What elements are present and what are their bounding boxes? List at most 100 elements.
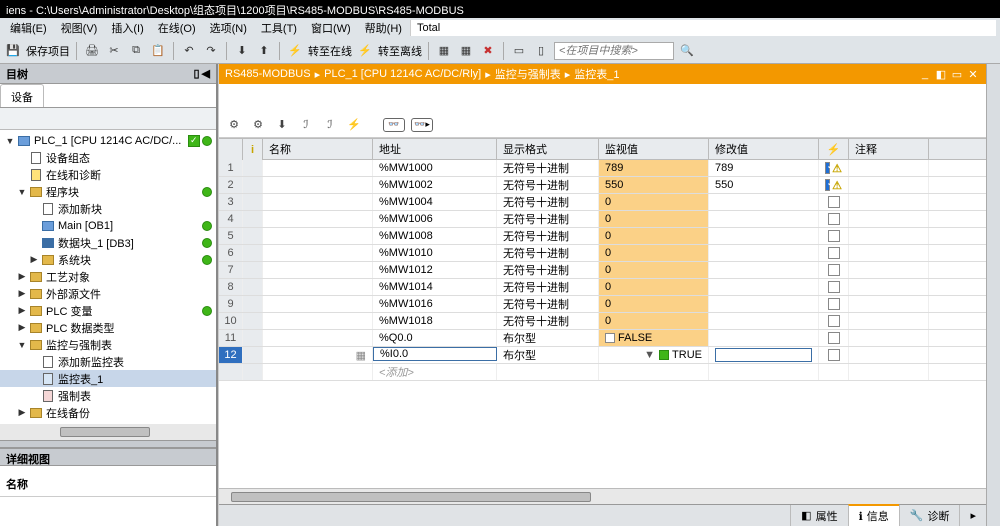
tree-item[interactable]: 添加新块	[0, 200, 216, 217]
table-row[interactable]: <添加>	[219, 364, 986, 381]
table-row[interactable]: 3%MW1004无符号十进制0	[219, 194, 986, 211]
split-v-icon[interactable]: ▯	[532, 42, 550, 60]
menu-tools[interactable]: 工具(T)	[255, 18, 303, 38]
wt-modify-icon[interactable]: ⚡	[345, 116, 363, 134]
col-address[interactable]: 地址	[373, 139, 497, 159]
right-taskbar[interactable]	[986, 64, 1000, 526]
download-icon[interactable]: ⬇	[233, 42, 251, 60]
menu-help[interactable]: 帮助(H)	[359, 18, 408, 38]
monitor-once-icon[interactable]: 👓▸	[411, 118, 433, 132]
tree-item[interactable]: ▶PLC 变量	[0, 302, 216, 319]
tree-item[interactable]: 监控表_1	[0, 370, 216, 387]
table-row[interactable]: 7%MW1012无符号十进制0	[219, 262, 986, 279]
menu-view[interactable]: 视图(V)	[55, 18, 104, 38]
tab-info[interactable]: ℹ 信息	[848, 504, 899, 526]
restore-icon[interactable]: ▭	[950, 67, 964, 81]
table-row[interactable]: 10%MW1018无符号十进制0	[219, 313, 986, 330]
start-icon[interactable]: ▦	[435, 42, 453, 60]
menu-right-label: Total	[410, 20, 996, 36]
menu-edit[interactable]: 编辑(E)	[4, 18, 53, 38]
project-search-input[interactable]	[554, 42, 674, 60]
cut-icon[interactable]: ✂	[105, 42, 123, 60]
tree-pin-icon[interactable]: ◀	[202, 67, 210, 80]
stop-icon[interactable]: ▦	[457, 42, 475, 60]
wt-tool1-icon[interactable]: ⚙	[225, 116, 243, 134]
table-row[interactable]: 12▦%I0.0布尔型▼TRUE	[219, 347, 986, 364]
split-h-icon[interactable]: ▭	[510, 42, 528, 60]
tree-item[interactable]: ▼PLC_1 [CPU 1214C AC/DC/...	[0, 132, 216, 149]
save-icon[interactable]: 💾	[4, 42, 22, 60]
tree-collapse-icon[interactable]: ▯	[193, 67, 199, 80]
redo-icon[interactable]: ↷	[202, 42, 220, 60]
paste-icon[interactable]: 📋	[149, 42, 167, 60]
tree-item[interactable]: 强制表	[0, 387, 216, 404]
grid-hscroll[interactable]	[219, 488, 986, 504]
go-offline-button[interactable]: 转至离线	[378, 43, 422, 59]
tree-item[interactable]: Main [OB1]	[0, 217, 216, 234]
tree-item[interactable]: ▶在线备份	[0, 404, 216, 421]
bc-plc[interactable]: PLC_1 [CPU 1214C AC/DC/Rly]	[324, 68, 481, 80]
tree-item[interactable]: 在线和诊断	[0, 166, 216, 183]
print-icon[interactable]: 🖨	[83, 42, 101, 60]
table-row[interactable]: 8%MW1014无符号十进制0	[219, 279, 986, 296]
tree-item[interactable]: ▼监控与强制表	[0, 336, 216, 353]
col-flag[interactable]: ⚡	[819, 139, 849, 159]
tree-item[interactable]: ▼程序块	[0, 183, 216, 200]
col-modify[interactable]: 修改值	[709, 139, 819, 159]
tree-item[interactable]: ▶系统块	[0, 251, 216, 268]
table-row[interactable]: 1%MW1000无符号十进制789789⚠	[219, 160, 986, 177]
maximize-icon[interactable]: ◧	[934, 67, 948, 81]
table-row[interactable]: 5%MW1008无符号十进制0	[219, 228, 986, 245]
tree-item[interactable]: ▶外部源文件	[0, 285, 216, 302]
col-format[interactable]: 显示格式	[497, 139, 599, 159]
table-row[interactable]: 2%MW1002无符号十进制550550⚠	[219, 177, 986, 194]
wt-tool4-icon[interactable]: ℐ	[297, 116, 315, 134]
bc-current: 监控表_1	[574, 66, 619, 82]
inspector-tabs: ◧ 属性 ℹ 信息 🔧 诊断 ▸	[219, 504, 986, 526]
tree-splitter[interactable]	[0, 440, 216, 448]
search-icon[interactable]: 🔍	[678, 42, 696, 60]
go-online-button[interactable]: 转至在线	[308, 43, 352, 59]
table-row[interactable]: 4%MW1006无符号十进制0	[219, 211, 986, 228]
wt-tool2-icon[interactable]: ⚙	[249, 116, 267, 134]
monitor-all-icon[interactable]: 👓	[383, 118, 405, 132]
table-row[interactable]: 6%MW1010无符号十进制0	[219, 245, 986, 262]
save-project-button[interactable]: 保存项目	[26, 43, 70, 59]
col-i[interactable]: i	[243, 139, 263, 161]
tree-item[interactable]: 添加新监控表	[0, 353, 216, 370]
col-comment[interactable]: 注释	[849, 139, 929, 159]
tree-item[interactable]: ▶PLC 数据类型	[0, 319, 216, 336]
table-row[interactable]: 9%MW1016无符号十进制0	[219, 296, 986, 313]
tab-expand[interactable]: ▸	[959, 505, 986, 526]
detail-col-name: 名称	[0, 466, 216, 497]
wt-tool5-icon[interactable]: ℐ	[321, 116, 339, 134]
minimize-icon[interactable]: _	[918, 67, 932, 81]
tree-hscroll[interactable]	[0, 424, 216, 440]
delete-icon[interactable]: ✖	[479, 42, 497, 60]
close-icon[interactable]: ✕	[966, 67, 980, 81]
menu-window[interactable]: 窗口(W)	[305, 18, 357, 38]
undo-icon[interactable]: ↶	[180, 42, 198, 60]
devices-tab[interactable]: 设备	[0, 84, 44, 107]
tree-item[interactable]: 设备组态	[0, 149, 216, 166]
col-name[interactable]: 名称	[263, 139, 373, 159]
wt-insert-icon[interactable]: ⬇	[273, 116, 291, 134]
copy-icon[interactable]: ⧉	[127, 42, 145, 60]
bc-folder[interactable]: 监控与强制表	[495, 66, 561, 82]
tree-item[interactable]: 数据块_1 [DB3]	[0, 234, 216, 251]
tab-diagnostics[interactable]: 🔧 诊断	[899, 505, 960, 526]
tree-toolbar	[0, 108, 216, 130]
project-tree[interactable]: ▼PLC_1 [CPU 1214C AC/DC/...设备组态在线和诊断▼程序块…	[0, 130, 216, 424]
tab-properties[interactable]: ◧ 属性	[790, 505, 847, 526]
tree-item[interactable]: ▶工艺对象	[0, 268, 216, 285]
table-row[interactable]: 11%Q0.0布尔型FALSE	[219, 330, 986, 347]
modify-input[interactable]	[715, 348, 812, 362]
col-monitor[interactable]: 监视值	[599, 139, 709, 159]
go-offline-icon[interactable]: ⚡	[356, 42, 374, 60]
menu-insert[interactable]: 插入(I)	[105, 18, 149, 38]
go-online-icon[interactable]: ⚡	[286, 42, 304, 60]
upload-icon[interactable]: ⬆	[255, 42, 273, 60]
menu-online[interactable]: 在线(O)	[152, 18, 202, 38]
menu-options[interactable]: 选项(N)	[204, 18, 253, 38]
bc-project[interactable]: RS485-MODBUS	[225, 68, 311, 80]
